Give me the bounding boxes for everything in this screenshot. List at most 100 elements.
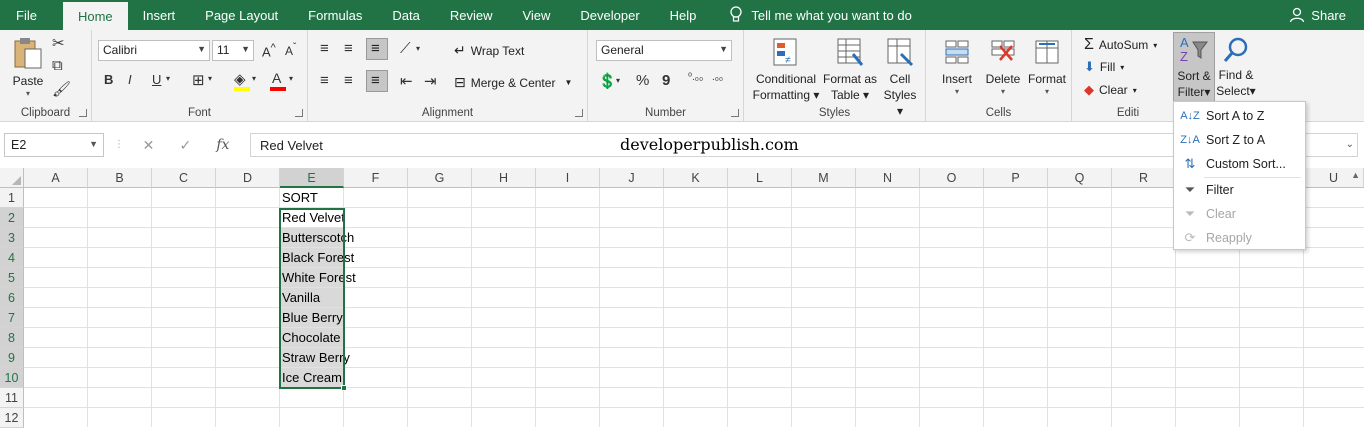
- menu-item-reapply[interactable]: ⟳ Reapply: [1174, 226, 1305, 249]
- underline-button[interactable]: U: [152, 72, 161, 87]
- row-header-1[interactable]: 1: [0, 188, 24, 208]
- row-header-11[interactable]: 11: [0, 388, 24, 408]
- tab-help[interactable]: Help: [655, 0, 712, 30]
- insert-dropdown-icon[interactable]: ▾: [934, 87, 980, 96]
- conditional-formatting-button[interactable]: ≠ Conditional Formatting ▾: [752, 36, 820, 103]
- tell-me-box[interactable]: Tell me what you want to do: [729, 0, 912, 30]
- fill-color-dropdown-icon[interactable]: ▾: [252, 74, 256, 83]
- row-header-12[interactable]: 12: [0, 408, 24, 428]
- align-top-icon[interactable]: ≡: [320, 40, 329, 57]
- column-header-o[interactable]: O: [920, 168, 984, 188]
- column-header-e[interactable]: E: [280, 168, 344, 188]
- borders-icon[interactable]: ⊞: [192, 71, 205, 89]
- menu-item-sort-z-a[interactable]: Z↓A Sort Z to A: [1174, 128, 1305, 151]
- wrap-text-button[interactable]: ↵ Wrap Text: [454, 42, 524, 59]
- tab-insert[interactable]: Insert: [128, 0, 191, 30]
- cell-e9[interactable]: Straw Berry: [280, 348, 410, 368]
- clipboard-launcher-icon[interactable]: [79, 109, 87, 117]
- autosum-dropdown-icon[interactable]: ▾: [1153, 41, 1157, 50]
- column-header-i[interactable]: I: [536, 168, 600, 188]
- menu-item-filter[interactable]: ⏷ Filter: [1174, 178, 1305, 201]
- scroll-up-icon[interactable]: ▲: [1351, 170, 1360, 180]
- format-dropdown-icon[interactable]: ▾: [1024, 87, 1070, 96]
- bold-button[interactable]: B: [104, 72, 113, 87]
- row-header-7[interactable]: 7: [0, 308, 24, 328]
- align-bottom-button[interactable]: ≡: [366, 38, 388, 60]
- insert-function-button[interactable]: fx: [216, 137, 229, 153]
- row-header-5[interactable]: 5: [0, 268, 24, 288]
- column-header-h[interactable]: H: [472, 168, 536, 188]
- italic-button[interactable]: I: [128, 72, 132, 87]
- row-header-9[interactable]: 9: [0, 348, 24, 368]
- sort-filter-button[interactable]: A Z Sort & Filter▾: [1173, 32, 1215, 102]
- merge-center-button[interactable]: ⊟ Merge & Center ▼: [454, 74, 572, 91]
- column-header-g[interactable]: G: [408, 168, 472, 188]
- cell-e1[interactable]: SORT: [280, 188, 410, 208]
- column-header-c[interactable]: C: [152, 168, 216, 188]
- fill-dropdown-icon[interactable]: ▾: [1120, 63, 1124, 72]
- fill-handle[interactable]: [341, 385, 347, 391]
- column-header-f[interactable]: F: [344, 168, 408, 188]
- column-header-n[interactable]: N: [856, 168, 920, 188]
- tab-review[interactable]: Review: [435, 0, 508, 30]
- percent-button[interactable]: %: [636, 72, 649, 89]
- row-header-10[interactable]: 10: [0, 368, 24, 388]
- column-header-p[interactable]: P: [984, 168, 1048, 188]
- select-all-corner[interactable]: [0, 168, 24, 188]
- row-header-3[interactable]: 3: [0, 228, 24, 248]
- increase-font-icon[interactable]: A^: [262, 42, 276, 59]
- font-color-icon[interactable]: A: [272, 70, 281, 86]
- cell-e4[interactable]: Black Forest: [280, 248, 410, 268]
- underline-dropdown-icon[interactable]: ▾: [166, 74, 170, 83]
- fill-button[interactable]: ⬇ Fill ▾: [1084, 59, 1124, 75]
- align-middle-icon[interactable]: ≡: [344, 40, 353, 57]
- number-format-select[interactable]: General ▼: [596, 40, 732, 61]
- menu-item-sort-a-z[interactable]: A↓Z Sort A to Z: [1174, 104, 1305, 127]
- tab-developer[interactable]: Developer: [565, 0, 654, 30]
- cell-e2[interactable]: Red Velvet: [280, 208, 410, 228]
- align-left-icon[interactable]: ≡: [320, 72, 329, 89]
- column-header-b[interactable]: B: [88, 168, 152, 188]
- increase-indent-icon[interactable]: ⇥: [424, 72, 437, 90]
- column-header-q[interactable]: Q: [1048, 168, 1112, 188]
- tab-formulas[interactable]: Formulas: [293, 0, 377, 30]
- number-launcher-icon[interactable]: [731, 109, 739, 117]
- row-header-6[interactable]: 6: [0, 288, 24, 308]
- cell-e8[interactable]: Chocolate: [280, 328, 410, 348]
- column-header-k[interactable]: K: [664, 168, 728, 188]
- merge-dropdown-icon[interactable]: ▼: [564, 78, 572, 87]
- cut-icon[interactable]: ✂: [52, 34, 65, 52]
- format-cells-button[interactable]: Format ▾: [1024, 36, 1070, 96]
- cell-e3[interactable]: Butterscotch: [280, 228, 410, 248]
- column-header-r[interactable]: R: [1112, 168, 1176, 188]
- cell-e5[interactable]: White Forest: [280, 268, 410, 288]
- alignment-launcher-icon[interactable]: [575, 109, 583, 117]
- enter-icon[interactable]: ✓: [179, 137, 191, 154]
- decrease-decimal-icon[interactable]: .₀₀: [712, 72, 723, 83]
- autosum-button[interactable]: Σ AutoSum ▾: [1084, 36, 1157, 54]
- find-select-button[interactable]: Find & Select▾: [1215, 36, 1257, 99]
- font-size-select[interactable]: 11 ▼: [212, 40, 254, 61]
- align-center-icon[interactable]: ≡: [344, 72, 353, 89]
- align-right-button[interactable]: ≡: [366, 70, 388, 92]
- clear-button[interactable]: ◆ Clear ▾: [1084, 82, 1137, 98]
- borders-dropdown-icon[interactable]: ▾: [208, 74, 212, 83]
- column-header-l[interactable]: L: [728, 168, 792, 188]
- clear-dropdown-icon[interactable]: ▾: [1133, 86, 1137, 95]
- delete-cells-button[interactable]: Delete ▾: [980, 36, 1026, 96]
- row-header-2[interactable]: 2: [0, 208, 24, 228]
- copy-icon[interactable]: ⧉: [52, 57, 63, 74]
- tab-data[interactable]: Data: [377, 0, 434, 30]
- paste-dropdown-icon[interactable]: ▾: [8, 89, 48, 98]
- cell-e7[interactable]: Blue Berry: [280, 308, 410, 328]
- tab-view[interactable]: View: [507, 0, 565, 30]
- increase-decimal-icon[interactable]: ⁰.₀₀: [688, 72, 703, 83]
- format-as-table-button[interactable]: Format as Table ▾: [822, 36, 878, 103]
- orientation-icon[interactable]: ⟋: [400, 40, 411, 57]
- decrease-indent-icon[interactable]: ⇤: [400, 72, 413, 90]
- decrease-font-icon[interactable]: Aˇ: [285, 42, 296, 58]
- column-header-a[interactable]: A: [24, 168, 88, 188]
- column-header-m[interactable]: M: [792, 168, 856, 188]
- paste-button[interactable]: Paste ▾: [8, 36, 48, 98]
- row-header-4[interactable]: 4: [0, 248, 24, 268]
